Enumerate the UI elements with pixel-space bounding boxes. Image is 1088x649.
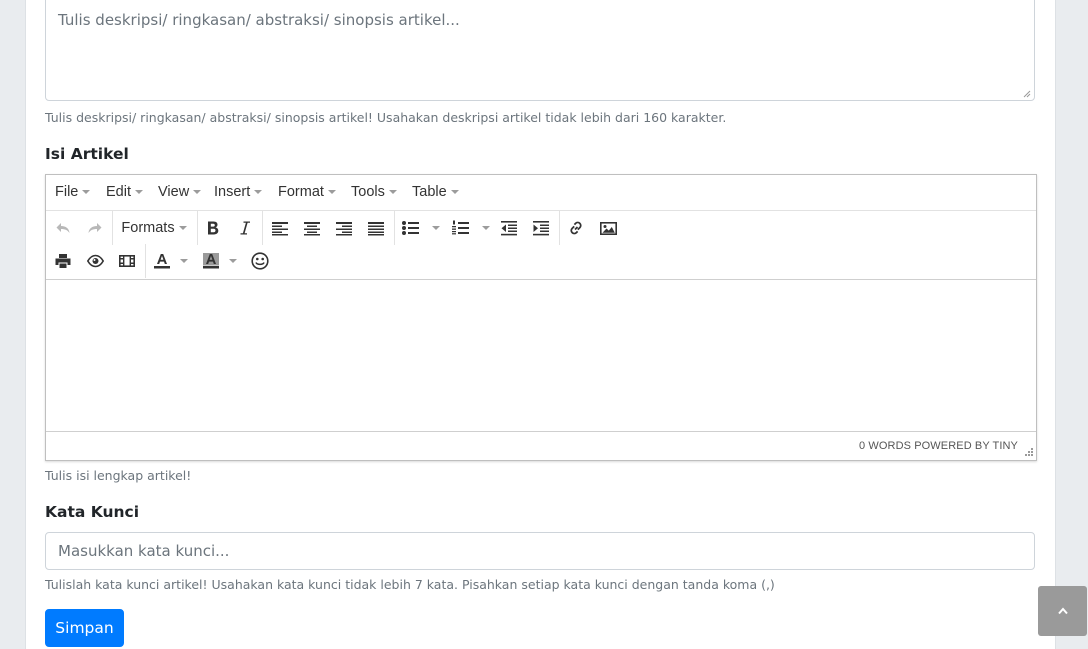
- emoticons-icon: [251, 252, 269, 270]
- text-color-icon: [154, 254, 170, 269]
- caret-down-icon: [135, 190, 143, 195]
- editor-resize-grip-icon[interactable]: [1025, 448, 1033, 456]
- keywords-help-text: Tulislah kata kunci artikel! Usahakan ka…: [45, 577, 775, 592]
- menu-view[interactable]: View: [158, 175, 202, 210]
- print-button[interactable]: [48, 244, 78, 278]
- description-help-text: Tulis deskripsi/ ringkasan/ abstraksi/ s…: [45, 110, 727, 125]
- caret-down-icon: [482, 226, 490, 230]
- align-center-button[interactable]: [297, 211, 327, 245]
- caret-down-icon: [178, 226, 187, 230]
- preview-button[interactable]: [80, 244, 110, 278]
- italic-icon: [240, 221, 250, 235]
- indent-button[interactable]: [526, 211, 556, 245]
- align-justify-icon: [368, 222, 384, 236]
- save-button[interactable]: Simpan: [45, 609, 124, 647]
- menu-edit[interactable]: Edit: [106, 175, 143, 210]
- background-color-button[interactable]: [197, 244, 243, 278]
- editor-toolbar-row-1: Formats: [46, 211, 1036, 245]
- content-label: Isi Artikel: [45, 145, 129, 163]
- menu-file[interactable]: File: [55, 175, 91, 210]
- preview-icon: [86, 254, 104, 268]
- caret-down-icon: [450, 190, 459, 195]
- resize-grip-icon[interactable]: [1023, 90, 1031, 98]
- caret-down-icon: [180, 259, 188, 263]
- toolbar-separator: [559, 211, 560, 245]
- align-right-button[interactable]: [329, 211, 359, 245]
- caret-down-icon: [388, 190, 397, 195]
- link-button[interactable]: [561, 211, 591, 245]
- word-count-branding: 0 WORDS POWERED BY TINY: [859, 440, 1018, 452]
- caret-down-icon: [82, 190, 91, 195]
- editor-content-area[interactable]: [46, 279, 1036, 432]
- outdent-icon: [501, 221, 517, 236]
- bold-button[interactable]: [198, 211, 228, 245]
- menu-format[interactable]: Format: [278, 175, 336, 210]
- editor-menubar: File Edit View Insert Format Tools Table: [46, 175, 1036, 211]
- toolbar-separator: [145, 244, 146, 278]
- align-left-icon: [272, 222, 288, 236]
- back-to-top-button[interactable]: [1038, 586, 1087, 636]
- outdent-button[interactable]: [494, 211, 524, 245]
- caret-down-icon: [229, 259, 237, 263]
- background-color-icon: [203, 253, 219, 269]
- text-color-button[interactable]: [148, 244, 194, 278]
- caret-down-icon: [432, 226, 440, 230]
- indent-icon: [533, 221, 549, 236]
- image-button[interactable]: [593, 211, 623, 245]
- menu-tools[interactable]: Tools: [351, 175, 397, 210]
- caret-down-icon: [327, 190, 336, 195]
- formats-dropdown[interactable]: Formats: [116, 211, 192, 245]
- print-icon: [55, 254, 71, 268]
- media-button[interactable]: [112, 244, 142, 278]
- keywords-input[interactable]: [45, 532, 1035, 570]
- align-justify-button[interactable]: [361, 211, 391, 245]
- caret-down-icon: [193, 190, 202, 195]
- description-textarea[interactable]: [45, 0, 1035, 101]
- editor-toolbar-row-2: [46, 244, 1036, 278]
- numbered-list-icon: [452, 220, 469, 235]
- image-icon: [599, 221, 617, 235]
- media-icon: [119, 254, 135, 267]
- toolbar-separator: [262, 211, 263, 245]
- bullet-list-button[interactable]: [396, 211, 442, 245]
- numbered-list-button[interactable]: [446, 211, 492, 245]
- align-right-icon: [336, 222, 352, 236]
- link-icon: [570, 221, 582, 235]
- rich-text-editor: File Edit View Insert Format Tools Table…: [45, 174, 1037, 461]
- align-left-button[interactable]: [265, 211, 295, 245]
- toolbar-separator: [394, 211, 395, 245]
- redo-button[interactable]: [80, 211, 110, 245]
- undo-button[interactable]: [48, 211, 78, 245]
- align-center-icon: [304, 222, 320, 236]
- keywords-label: Kata Kunci: [45, 503, 140, 521]
- caret-down-icon: [254, 190, 263, 195]
- undo-icon: [56, 223, 70, 233]
- bullet-list-icon: [402, 221, 419, 235]
- toolbar-separator: [112, 211, 113, 245]
- emoticons-button[interactable]: [245, 244, 275, 278]
- content-help-text: Tulis isi lengkap artikel!: [45, 468, 192, 483]
- chevron-up-icon: [1057, 607, 1068, 615]
- menu-table[interactable]: Table: [412, 175, 459, 210]
- menu-insert[interactable]: Insert: [214, 175, 263, 210]
- bold-icon: [208, 221, 219, 235]
- editor-statusbar: 0 WORDS POWERED BY TINY: [46, 431, 1036, 460]
- italic-button[interactable]: [230, 211, 260, 245]
- redo-icon: [88, 223, 102, 233]
